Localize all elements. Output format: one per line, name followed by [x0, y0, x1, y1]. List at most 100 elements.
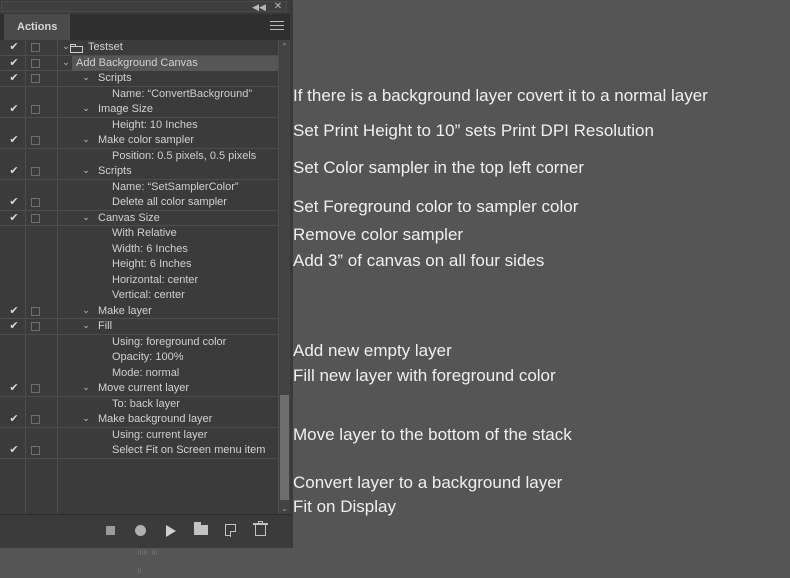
action-detail-row[interactable]: Horizontal: center: [0, 273, 278, 289]
row-enabled-checkmark-icon[interactable]: ✔: [8, 319, 20, 334]
action-row[interactable]: ✔ ⌄ Scripts: [0, 71, 278, 87]
action-row[interactable]: ✔ ⌄ Make color sampler: [0, 133, 278, 149]
modal-dialog-toggle[interactable]: [31, 306, 40, 316]
scroll-up-icon[interactable]: ⌃: [279, 40, 290, 53]
row-enabled-checkmark-icon[interactable]: ✔: [8, 40, 20, 55]
row-label: Horizontal: center: [112, 273, 199, 286]
trash-icon: [255, 525, 266, 536]
row-enabled-checkmark-icon[interactable]: ✔: [8, 56, 20, 71]
chevron-down-icon[interactable]: ⌄: [80, 381, 92, 396]
row-enabled-checkmark-icon[interactable]: ✔: [8, 211, 20, 226]
row-enabled-checkmark-icon[interactable]: ✔: [8, 304, 20, 319]
modal-dialog-toggle[interactable]: [31, 446, 40, 455]
resize-grip[interactable]: [138, 542, 160, 573]
annotation-line: Set Color sampler in the top left corner: [293, 158, 585, 177]
action-row[interactable]: ✔ ⌄ Make layer: [0, 304, 278, 319]
modal-dialog-toggle[interactable]: [31, 58, 40, 68]
action-row[interactable]: ✔ ⌄ Image Size: [0, 102, 278, 118]
action-detail-row[interactable]: Name: “SetSamplerColor”: [0, 180, 278, 196]
row-label: Add Background Canvas: [76, 56, 198, 69]
chevron-down-icon[interactable]: ⌄: [80, 133, 92, 148]
action-row[interactable]: ✔ ⌄ Fill: [0, 319, 278, 335]
row-label: Image Size: [98, 103, 154, 115]
annotation-line: Move layer to the bottom of the stack: [293, 425, 572, 444]
action-detail-row[interactable]: Vertical: center: [0, 288, 278, 304]
close-icon[interactable]: ✕: [271, 1, 285, 13]
row-label: Height: 10 Inches: [112, 118, 198, 131]
modal-dialog-toggle[interactable]: [31, 74, 40, 83]
action-row[interactable]: ✔ Select Fit on Screen menu item: [0, 443, 278, 459]
row-label: Make background layer: [98, 413, 213, 425]
chevron-down-icon[interactable]: ⌄: [80, 304, 92, 319]
record-button[interactable]: [130, 521, 152, 539]
action-row[interactable]: ✔ ⌄ Testset: [0, 40, 278, 56]
row-label: Position: 0.5 pixels, 0.5 pixels: [112, 149, 257, 162]
chevron-down-icon[interactable]: ⌄: [80, 319, 92, 334]
modal-dialog-toggle[interactable]: [31, 167, 40, 176]
modal-dialog-toggle[interactable]: [31, 105, 40, 114]
chevron-down-icon[interactable]: ⌄: [80, 211, 92, 226]
annotations-column: If there is a background layer covert it…: [293, 0, 790, 548]
page-fold-icon: [230, 531, 236, 537]
play-button[interactable]: [160, 521, 182, 539]
modal-dialog-toggle[interactable]: [31, 136, 40, 145]
modal-dialog-toggle[interactable]: [31, 384, 40, 393]
play-triangle-icon: [166, 525, 176, 537]
stop-button[interactable]: [100, 521, 122, 539]
hamburger-menu-icon[interactable]: [270, 21, 284, 33]
row-enabled-checkmark-icon[interactable]: ✔: [8, 164, 20, 179]
chevron-down-icon[interactable]: ⌄: [80, 412, 92, 427]
annotation-line: Set Foreground color to sampler color: [293, 197, 579, 216]
vertical-scrollbar[interactable]: ⌃ ⌄: [278, 40, 290, 515]
row-enabled-checkmark-icon[interactable]: ✔: [8, 71, 20, 86]
modal-dialog-toggle[interactable]: [31, 415, 40, 424]
row-label: Using: current layer: [112, 428, 208, 441]
action-row[interactable]: ✔ ⌄ Move current layer: [0, 381, 278, 397]
row-enabled-checkmark-icon[interactable]: ✔: [8, 412, 20, 427]
annotation-line: Fill new layer with foreground color: [293, 366, 556, 385]
folder-icon: [70, 44, 83, 53]
folder-icon: [194, 525, 208, 535]
action-row[interactable]: ✔ ⌄ Add Background Canvas: [0, 55, 278, 71]
action-detail-row[interactable]: Height: 10 Inches: [0, 118, 278, 134]
modal-dialog-toggle[interactable]: [31, 198, 40, 207]
row-label: To: back layer: [112, 397, 180, 410]
action-detail-row[interactable]: Height: 6 Inches: [0, 257, 278, 273]
action-row[interactable]: ✔ Delete all color sampler: [0, 195, 278, 211]
row-enabled-checkmark-icon[interactable]: ✔: [8, 443, 20, 458]
modal-dialog-toggle[interactable]: [31, 43, 40, 52]
action-detail-row[interactable]: Width: 6 Inches: [0, 242, 278, 258]
chevron-down-icon[interactable]: ⌄: [80, 164, 92, 179]
tab-actions[interactable]: Actions: [4, 14, 71, 40]
scrollbar-thumb[interactable]: [280, 395, 289, 500]
row-label: Make layer: [98, 304, 152, 317]
row-enabled-checkmark-icon[interactable]: ✔: [8, 133, 20, 148]
row-label: Opacity: 100%: [112, 351, 184, 363]
record-circle-icon: [135, 525, 146, 536]
chevron-down-icon[interactable]: ⌄: [80, 102, 92, 117]
chevron-down-icon[interactable]: ⌄: [80, 71, 92, 86]
action-row[interactable]: ✔ ⌄ Make background layer: [0, 412, 278, 428]
action-detail-row[interactable]: With Relative: [0, 226, 278, 242]
modal-dialog-toggle[interactable]: [31, 213, 40, 223]
action-detail-row[interactable]: Position: 0.5 pixels, 0.5 pixels: [0, 149, 278, 165]
row-enabled-checkmark-icon[interactable]: ✔: [8, 195, 20, 210]
action-detail-row[interactable]: Mode: normal: [0, 366, 278, 382]
action-detail-row[interactable]: Using: current layer: [0, 428, 278, 444]
action-row[interactable]: ✔ ⌄ Scripts: [0, 164, 278, 180]
new-action-button[interactable]: [220, 521, 242, 539]
modal-dialog-toggle[interactable]: [31, 322, 40, 331]
row-label: Vertical: center: [112, 289, 185, 301]
action-detail-row[interactable]: To: back layer: [0, 397, 278, 413]
action-row[interactable]: ✔ ⌄ Canvas Size: [0, 211, 278, 226]
chevron-down-icon[interactable]: ⌄: [60, 56, 72, 71]
collapse-double-arrow-icon[interactable]: ◀◀: [252, 1, 266, 13]
row-enabled-checkmark-icon[interactable]: ✔: [8, 102, 20, 117]
new-set-button[interactable]: [190, 521, 212, 539]
action-detail-row[interactable]: Using: foreground color: [0, 335, 278, 351]
row-enabled-checkmark-icon[interactable]: ✔: [8, 381, 20, 396]
panel-tab-strip: Actions: [0, 14, 290, 40]
delete-button[interactable]: [250, 521, 272, 539]
action-detail-row[interactable]: Name: “ConvertBackground”: [0, 87, 278, 103]
action-detail-row[interactable]: Opacity: 100%: [0, 350, 278, 366]
